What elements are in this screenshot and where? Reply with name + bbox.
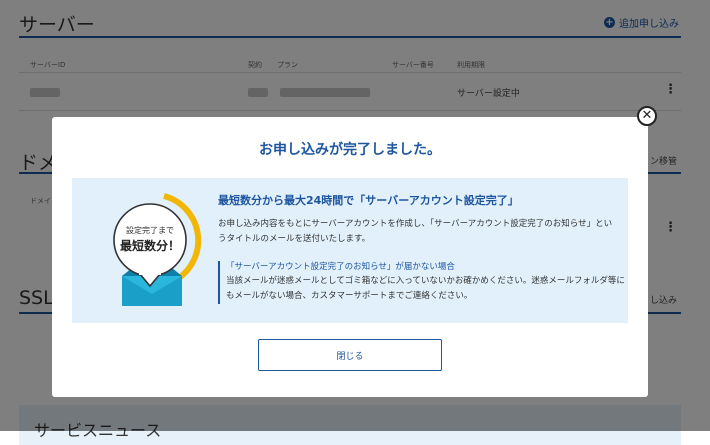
badge-graphic: 設定完了まで 最短数分！ <box>113 193 202 306</box>
delivery-note: 「サーバーアカウント設定完了のお知らせ」が届かない場合 当該メールが迷惑メールと… <box>218 261 626 304</box>
info-panel: 設定完了まで 最短数分！ 最短数分から最大24時間で「サーバーアカウント設定完了… <box>72 178 628 323</box>
modal-title: お申し込みが完了しました。 <box>259 142 441 158</box>
badge-line2: 最短数分！ <box>120 238 180 253</box>
note-title: 「サーバーアカウント設定完了のお知らせ」が届かない場合 <box>226 262 455 272</box>
note-body: 当該メールが迷惑メールとしてゴミ箱などに入っていないかお確かめください。迷惑メー… <box>226 276 625 301</box>
badge-tail-mask <box>139 270 161 275</box>
close-icon[interactable]: ✕ <box>637 106 657 126</box>
info-headline: 最短数分から最大24時間で「サーバーアカウント設定完了」 <box>218 194 519 207</box>
quick-setup-badge: 設定完了まで 最短数分！ <box>102 190 202 310</box>
badge-line1: 設定完了まで <box>126 225 174 235</box>
info-body: お申し込み内容をもとにサーバーアカウントを作成し、「サーバーアカウント設定完了の… <box>218 219 613 244</box>
close-button[interactable]: 閉じる <box>258 339 442 371</box>
completion-modal: お申し込みが完了しました。 設定完了まで 最短数分！ 最短数分から最大24時間で… <box>52 117 648 397</box>
